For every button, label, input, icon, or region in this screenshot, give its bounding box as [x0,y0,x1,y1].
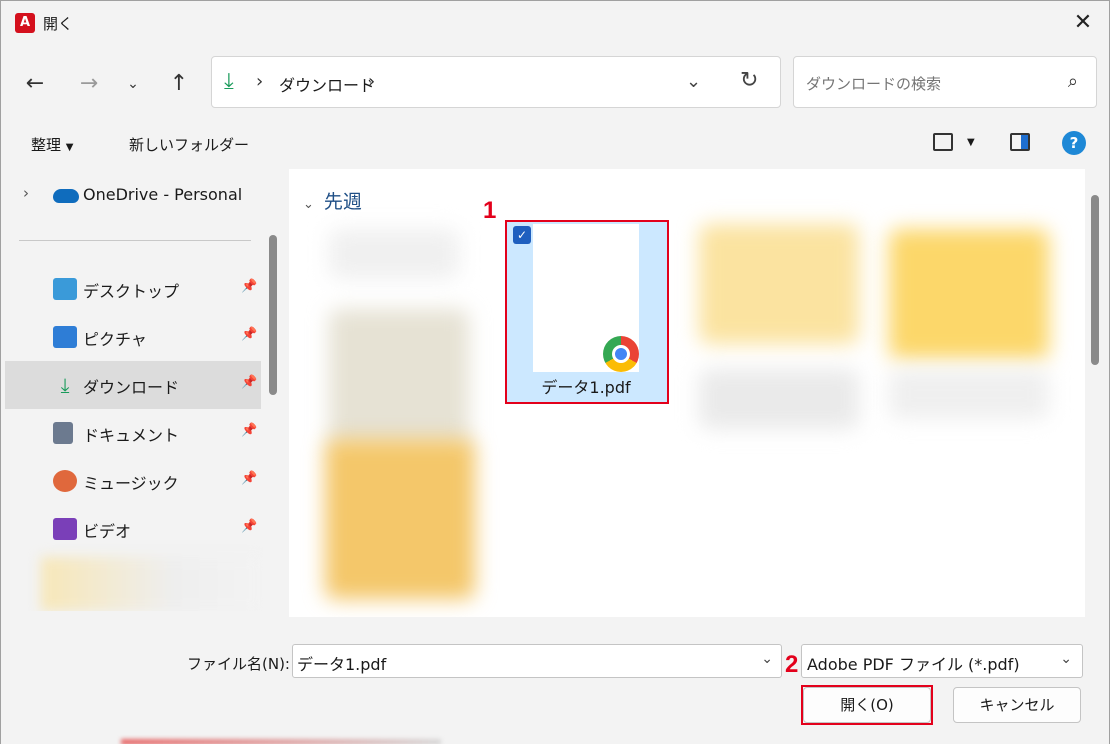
chevron-right-icon[interactable]: › [23,184,29,202]
group-title: 先週 [323,191,362,213]
sidebar-item-label: デスクトップ [83,282,180,301]
sidebar-divider [19,240,251,241]
content-scrollbar[interactable] [1091,195,1099,365]
help-icon[interactable]: ? [1062,131,1086,155]
highlight-box-step1 [505,220,669,404]
group-header[interactable]: ⌄ 先週 [303,187,362,214]
sidebar-item-label: OneDrive - Personal [83,185,243,204]
chevron-down-icon[interactable]: ⌄ [761,651,773,667]
sidebar-item-label: ピクチャ [83,330,147,349]
blurred-file-tile[interactable] [889,369,1049,419]
caret-down-icon[interactable]: ▼ [967,137,975,148]
pin-icon[interactable]: 📌 [241,423,257,438]
recent-locations-button[interactable]: ⌄ [117,69,149,99]
step-number-1: 1 [483,197,497,224]
highlight-box-step2 [801,685,933,725]
documents-icon [53,422,73,444]
navigation-bar: ← → ⌄ ↑ ⤓ › ダウンロード › ⌄ ↻ ダウンロードの検索 ⌕ [1,45,1109,121]
music-icon [53,470,77,492]
sidebar-scrollbar[interactable] [269,235,277,395]
caret-down-icon: ▼ [65,142,74,153]
download-icon: ⤓ [224,69,234,94]
pin-icon[interactable]: 📌 [241,471,257,486]
sidebar-item-label: ミュージック [83,474,179,493]
arrow-up-icon: ↑ [169,71,189,96]
breadcrumb-downloads[interactable]: ダウンロード [279,72,375,96]
address-dropdown-icon[interactable]: ⌄ [686,71,701,92]
sidebar-item-label: ドキュメント [83,426,180,445]
navigation-pane: › OneDrive - Personal デスクトップ 📌 ピクチャ 📌 ⤓ … [5,169,263,611]
filename-value: データ1.pdf [297,655,387,674]
blurred-file-tile[interactable] [325,439,475,599]
blurred-file-tile[interactable] [889,229,1049,359]
command-bar: 整理 ▼ 新しいフォルダー ▼ ? [1,121,1109,169]
cancel-button[interactable]: キャンセル [953,687,1081,723]
preview-pane-icon[interactable] [1010,133,1030,151]
blurred-file-tile[interactable] [329,309,469,449]
pin-icon[interactable]: 📌 [241,279,257,294]
blurred-sidebar-item [41,557,261,611]
onedrive-cloud-icon [53,189,79,203]
arrow-left-icon: ← [25,71,45,96]
search-input[interactable]: ダウンロードの検索 [806,73,941,94]
filetype-select[interactable]: Adobe PDF ファイル (*.pdf) ⌄ [801,644,1083,678]
chevron-down-icon: ⌄ [303,197,314,212]
search-icon: ⌕ [1067,71,1078,92]
view-mode-icon[interactable] [933,133,953,151]
pin-icon[interactable]: 📌 [241,519,257,534]
filename-label: ファイル名(N): [187,655,290,673]
address-bar[interactable]: ⤓ › ダウンロード › ⌄ ↻ [211,56,781,108]
organize-label: 整理 [31,136,62,154]
sidebar-item-label: ダウンロード [83,378,180,397]
chevron-down-icon: ⌄ [1060,651,1072,667]
chevron-down-icon: ⌄ [127,76,139,92]
pin-icon[interactable]: 📌 [241,375,257,390]
search-box[interactable]: ダウンロードの検索 ⌕ [793,56,1097,108]
file-list: ⌄ 先週 ✓ データ1.pdf [289,169,1085,617]
sidebar-item-downloads[interactable]: ⤓ ダウンロード 📌 [5,361,261,409]
new-folder-button[interactable]: 新しいフォルダー [129,134,249,155]
up-button[interactable]: ↑ [163,69,195,99]
sidebar-item-pictures[interactable]: ピクチャ 📌 [5,313,261,361]
arrow-right-icon: → [79,71,99,96]
back-button[interactable]: ← [19,69,51,99]
sidebar-item-videos[interactable]: ビデオ 📌 [5,505,261,553]
sidebar-item-label: ビデオ [83,522,132,541]
blurred-file-tile[interactable] [329,229,459,279]
pictures-icon [53,326,77,348]
file-open-dialog: A 開く ✕ ← → ⌄ ↑ ⤓ › ダウンロード › ⌄ ↻ ダウンロードの検… [0,0,1110,744]
sidebar-item-music[interactable]: ミュージック 📌 [5,457,261,505]
pin-icon[interactable]: 📌 [241,327,257,342]
blurred-file-tile[interactable] [699,369,859,429]
acrobat-icon: A [15,13,35,33]
dialog-footer: ファイル名(N): データ1.pdf ⌄ Adobe PDF ファイル (*.p… [1,617,1109,744]
close-icon: ✕ [1073,10,1093,35]
dialog-title: 開く [43,15,74,33]
step-number-2: 2 [785,651,799,678]
filename-field[interactable]: データ1.pdf ⌄ [292,644,782,678]
sidebar-item-desktop[interactable]: デスクトップ 📌 [5,265,261,313]
forward-button[interactable]: → [73,69,105,99]
download-icon: ⤓ [60,373,70,397]
title-bar: A 開く ✕ [1,1,1109,45]
filetype-value: Adobe PDF ファイル (*.pdf) [807,655,1020,674]
video-icon [53,518,77,540]
blurred-file-tile[interactable] [699,224,859,344]
chevron-right-icon[interactable]: › [368,71,375,92]
desktop-icon [53,278,77,300]
background-window-peek [121,739,441,744]
refresh-icon[interactable]: ↻ [740,68,758,93]
chevron-right-icon[interactable]: › [256,71,263,92]
sidebar-item-documents[interactable]: ドキュメント 📌 [5,409,261,457]
close-button[interactable]: ✕ [1057,1,1109,45]
organize-menu[interactable]: 整理 ▼ [31,134,74,155]
